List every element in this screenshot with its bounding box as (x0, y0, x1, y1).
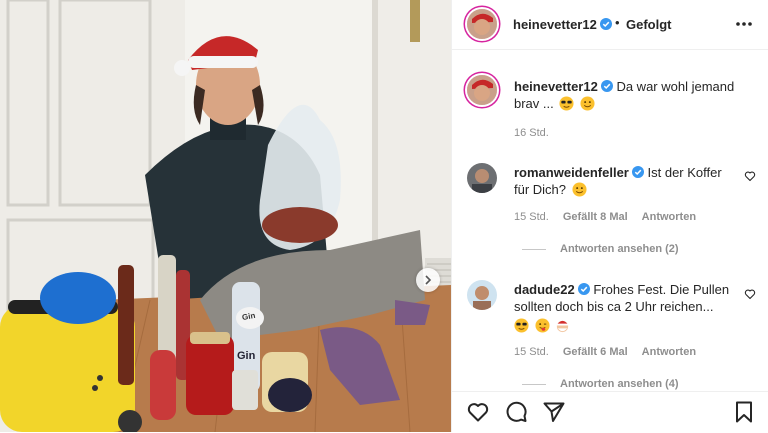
post-photo[interactable]: Gin Gin (0, 0, 451, 432)
chevron-right-icon (425, 275, 432, 285)
comment-username[interactable]: romanweidenfeller (514, 165, 629, 180)
verified-badge-icon (600, 80, 613, 92)
caption-avatar[interactable] (467, 75, 497, 105)
comment-username[interactable]: dadude22 (514, 282, 575, 297)
comment-likes[interactable]: Gefällt 8 Mal (563, 211, 628, 223)
verified-badge-icon (600, 18, 612, 30)
reply-button[interactable]: Antworten (642, 211, 696, 223)
commenter-avatar[interactable] (467, 280, 497, 310)
caption-text-block: heinevetter12 Da war wohl jemand brav ..… (514, 78, 739, 112)
reply-button[interactable]: Antworten (642, 346, 696, 358)
comment-meta: 15 Std. Gefällt 6 Mal Antworten (514, 346, 710, 358)
post-header: heinevetter12 • Gefolgt (452, 0, 768, 50)
santa-emoji-icon (557, 320, 569, 333)
post-details-panel: heinevetter12 • Gefolgt heinevetter12 Da… (451, 0, 768, 433)
sunglasses-emoji-icon (514, 318, 529, 333)
smiling-face-emoji-icon (580, 96, 595, 111)
comment-text-block: dadude22 Frohes Fest. Die Pullen sollten… (514, 281, 739, 334)
view-replies-button[interactable]: Antworten ansehen (4) (522, 378, 679, 390)
comment-meta: 15 Std. Gefällt 8 Mal Antworten (514, 211, 710, 223)
comment-time: 15 Std. (514, 346, 549, 358)
comment-like-icon[interactable] (744, 170, 756, 182)
comment-text-block: romanweidenfeller Ist der Koffer für Dic… (514, 164, 739, 198)
header-separator: • (615, 15, 620, 30)
commenter-avatar[interactable] (467, 163, 497, 193)
caption-username[interactable]: heinevetter12 (514, 79, 598, 94)
winking-tongue-emoji-icon (535, 318, 550, 333)
caption-time: 16 Std. (514, 127, 549, 139)
post-action-bar (452, 391, 768, 433)
photo-scene (0, 0, 451, 432)
verified-badge-icon (577, 283, 590, 295)
comment-likes[interactable]: Gefällt 6 Mal (563, 346, 628, 358)
comment-item: dadude22 Frohes Fest. Die Pullen sollten… (452, 278, 768, 391)
follow-state-button[interactable]: Gefolgt (626, 17, 672, 32)
author-avatar[interactable] (467, 9, 497, 39)
bookmark-icon[interactable] (732, 400, 756, 424)
comment-item: romanweidenfeller Ist der Koffer für Dic… (452, 160, 768, 260)
comment-emojis (514, 317, 739, 334)
comment-icon[interactable] (504, 400, 528, 424)
next-photo-button[interactable] (416, 268, 440, 292)
paper-plane-icon[interactable] (542, 400, 566, 424)
heart-icon[interactable] (466, 400, 490, 424)
comment-time: 15 Std. (514, 211, 549, 223)
view-replies-button[interactable]: Antworten ansehen (2) (522, 243, 679, 255)
post-caption: heinevetter12 Da war wohl jemand brav ..… (452, 72, 768, 142)
gin-bottle-label: Gin (237, 350, 256, 362)
author-username[interactable]: heinevetter12 (513, 17, 597, 32)
more-options-icon[interactable] (733, 13, 755, 35)
comment-like-icon[interactable] (744, 288, 756, 300)
verified-badge-icon (631, 166, 644, 178)
smiling-face-emoji-icon (572, 182, 587, 197)
sunglasses-emoji-icon (559, 96, 574, 111)
